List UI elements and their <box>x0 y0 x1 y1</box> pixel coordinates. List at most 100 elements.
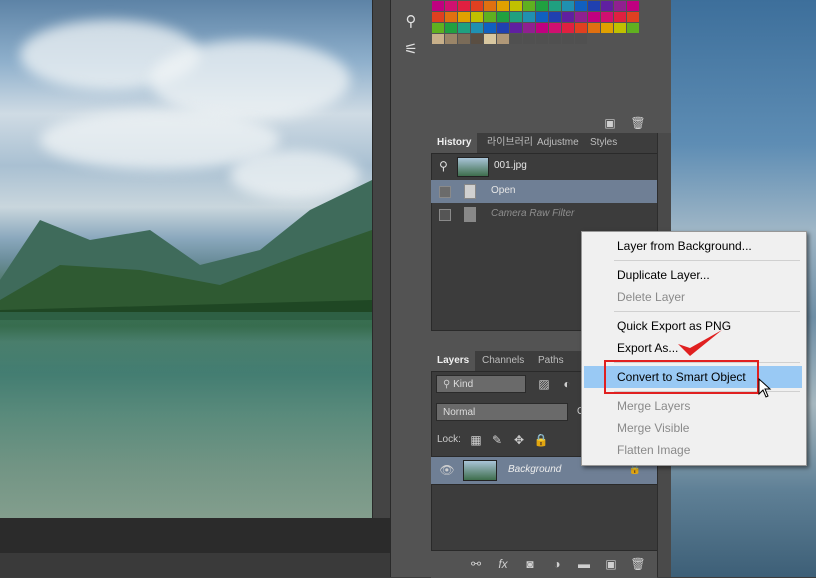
swatch[interactable] <box>549 1 561 11</box>
image-filter-icon[interactable]: ▨ <box>536 376 552 392</box>
adjustment-layer-icon[interactable]: ◑ <box>549 556 565 572</box>
swatch[interactable] <box>471 1 483 11</box>
swatch[interactable] <box>497 12 509 22</box>
swatch[interactable] <box>432 23 444 33</box>
swatch[interactable] <box>562 34 574 44</box>
swatch[interactable] <box>432 34 444 44</box>
new-layer-icon[interactable]: ▣ <box>603 556 619 572</box>
swatch[interactable] <box>601 34 613 44</box>
swatch[interactable] <box>497 23 509 33</box>
swatch[interactable] <box>536 34 548 44</box>
tab-channels[interactable]: Channels <box>476 351 530 371</box>
swatch[interactable] <box>549 23 561 33</box>
swatch[interactable] <box>523 12 535 22</box>
swatch[interactable] <box>510 12 522 22</box>
menu-item-merge-visible[interactable]: Merge Visible <box>584 417 802 439</box>
history-checkbox[interactable] <box>439 186 451 198</box>
history-snapshot[interactable]: ⚲ 001.jpg <box>431 154 657 180</box>
swatch[interactable] <box>601 23 613 33</box>
swatch[interactable] <box>601 1 613 11</box>
tab-history[interactable]: History <box>431 133 478 153</box>
swatch[interactable] <box>588 23 600 33</box>
swatch[interactable] <box>432 1 444 11</box>
swatch[interactable] <box>458 34 470 44</box>
swatch[interactable] <box>497 1 509 11</box>
menu-item-delete-layer[interactable]: Delete Layer <box>584 286 802 308</box>
swatch[interactable] <box>445 12 457 22</box>
swatch[interactable] <box>523 34 535 44</box>
menu-item-flatten-image[interactable]: Flatten Image <box>584 439 802 461</box>
swatch[interactable] <box>471 34 483 44</box>
swatch[interactable] <box>445 23 457 33</box>
swatch[interactable] <box>575 34 587 44</box>
tab-paths[interactable]: Paths <box>532 351 570 371</box>
menu-item-duplicate-layer[interactable]: Duplicate Layer... <box>584 264 802 286</box>
swatch[interactable] <box>510 34 522 44</box>
trash-icon[interactable]: 🗑 <box>630 556 646 572</box>
new-icon[interactable]: ▣ <box>602 115 618 131</box>
trash-icon[interactable]: 🗑 <box>630 115 646 131</box>
lock-move-icon[interactable]: ✥ <box>511 432 527 448</box>
swatch[interactable] <box>614 12 626 22</box>
swatch-grid[interactable] <box>431 0 671 45</box>
swatch[interactable] <box>536 23 548 33</box>
brush-icon[interactable]: ⚲ <box>400 12 422 32</box>
swatch[interactable] <box>523 23 535 33</box>
swatch[interactable] <box>445 1 457 11</box>
swatch[interactable] <box>510 23 522 33</box>
swatch[interactable] <box>458 23 470 33</box>
swatch[interactable] <box>497 34 509 44</box>
swatch[interactable] <box>536 12 548 22</box>
swatch[interactable] <box>575 12 587 22</box>
swatch[interactable] <box>614 23 626 33</box>
history-checkbox[interactable] <box>439 209 451 221</box>
menu-item-merge-layers[interactable]: Merge Layers <box>584 395 802 417</box>
swatch[interactable] <box>458 1 470 11</box>
folder-icon[interactable]: ▬ <box>576 556 592 572</box>
fx-icon[interactable]: fx <box>495 556 511 572</box>
swatch[interactable] <box>575 1 587 11</box>
swatch[interactable] <box>471 12 483 22</box>
history-step-camera-raw[interactable]: Camera Raw Filter <box>431 203 657 226</box>
swatch[interactable] <box>614 1 626 11</box>
swatch[interactable] <box>575 23 587 33</box>
swatch[interactable] <box>484 12 496 22</box>
swatch[interactable] <box>627 12 639 22</box>
swatch[interactable] <box>562 23 574 33</box>
swatch[interactable] <box>614 34 626 44</box>
swatch[interactable] <box>562 12 574 22</box>
swatch[interactable] <box>601 12 613 22</box>
swatch[interactable] <box>627 23 639 33</box>
filter-kind-select[interactable]: ⚲ Kind <box>436 375 526 393</box>
document-canvas[interactable] <box>0 0 372 518</box>
swatch[interactable] <box>523 1 535 11</box>
swatch[interactable] <box>471 23 483 33</box>
tab-styles[interactable]: Styles <box>584 133 623 153</box>
mask-icon[interactable]: ◙ <box>522 556 538 572</box>
eye-icon[interactable]: 👁 <box>439 462 455 478</box>
blend-mode-select[interactable]: Normal <box>436 403 568 421</box>
swatch[interactable] <box>484 23 496 33</box>
swatch[interactable] <box>510 1 522 11</box>
link-icon[interactable]: ⚯ <box>468 556 484 572</box>
lock-icon[interactable]: 🔒 <box>533 432 549 448</box>
swatch[interactable] <box>588 34 600 44</box>
history-step-open[interactable]: Open <box>431 180 657 203</box>
canvas-scrollbar[interactable] <box>372 0 391 577</box>
swatch[interactable] <box>627 34 639 44</box>
swatch[interactable] <box>588 12 600 22</box>
swatch[interactable] <box>432 12 444 22</box>
swatch[interactable] <box>484 1 496 11</box>
swatch[interactable] <box>445 34 457 44</box>
lock-brush-icon[interactable]: ✎ <box>489 432 505 448</box>
tab-layers[interactable]: Layers <box>431 351 476 371</box>
swatch[interactable] <box>549 34 561 44</box>
swatch[interactable] <box>536 1 548 11</box>
lock-pixels-icon[interactable]: ▦ <box>468 432 484 448</box>
swatch[interactable] <box>549 12 561 22</box>
adjustment-filter-icon[interactable]: ◐ <box>559 376 575 392</box>
swatch[interactable] <box>627 1 639 11</box>
tab-adjustments[interactable]: Adjustme <box>531 133 585 153</box>
swatch[interactable] <box>562 1 574 11</box>
swatch[interactable] <box>484 34 496 44</box>
